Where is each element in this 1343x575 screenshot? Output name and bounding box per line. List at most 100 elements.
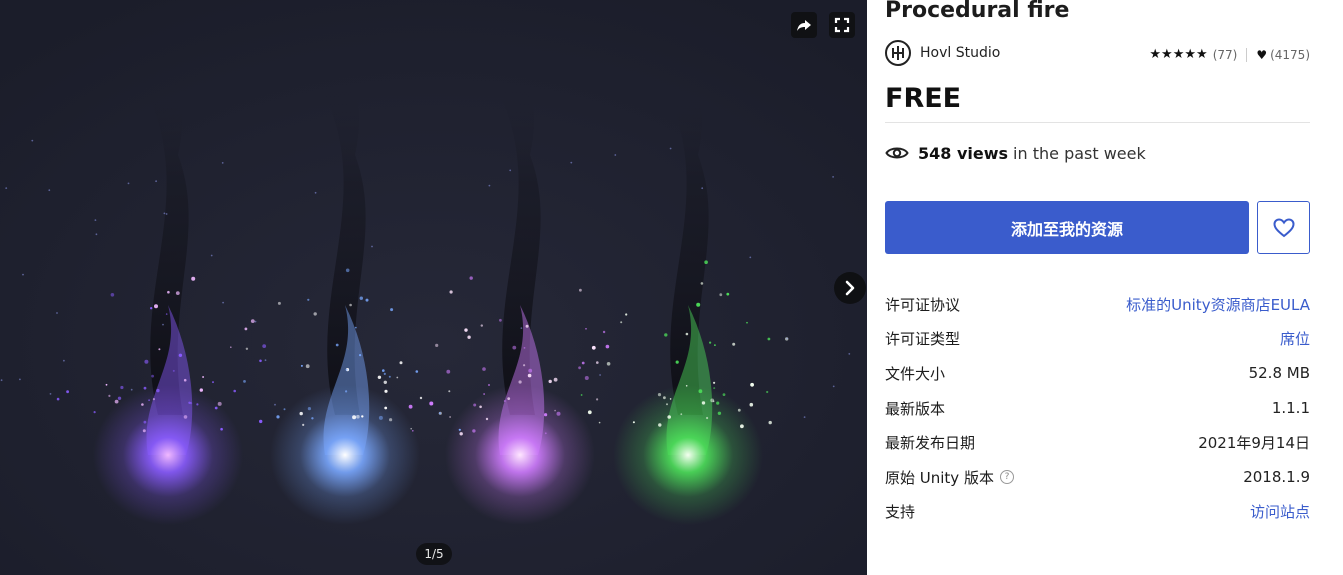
ambient-spark [163,212,166,215]
spark [154,304,158,309]
ambient-spark [264,359,267,362]
spark [685,385,688,387]
help-icon[interactable]: ? [999,470,1014,485]
spark [701,401,706,405]
ambient-spark [49,393,52,395]
spark [713,387,716,390]
spark [311,417,314,420]
spark [685,332,689,336]
spark [117,396,122,400]
spark [377,375,382,379]
detail-row-unity-version: 原始 Unity 版本 ? 2018.1.9 [885,460,1310,495]
spark [156,388,160,393]
spark [178,353,183,357]
ambient-spark [162,323,164,326]
divider [885,122,1310,123]
spark [167,290,170,294]
fullscreen-button[interactable] [829,12,855,38]
spark [165,313,168,315]
favorite-button[interactable] [1257,201,1310,254]
spark [606,362,611,366]
detail-label: 原始 Unity 版本 [885,468,994,487]
spark [664,333,668,337]
spark [737,408,741,412]
spark [365,298,369,302]
spark [120,385,124,390]
spark [749,402,754,407]
spark [384,406,388,410]
spark [152,398,155,401]
spark [93,411,96,414]
spark [220,427,223,431]
spark [217,401,222,406]
spark [175,291,180,295]
detail-value-link[interactable]: 席位 [1280,328,1310,349]
spark [584,376,589,380]
spark [548,379,552,384]
spark [446,369,451,374]
spark [189,402,193,405]
spark [704,260,708,265]
next-image-button[interactable] [834,272,866,304]
spark [191,276,196,281]
detail-row-license-agreement: 许可证协议 标准的Unity资源商店EULA [885,287,1310,322]
spark [158,348,161,351]
views-suffix: in the past week [1013,143,1146,163]
spark [383,380,387,384]
image-gallery[interactable]: 1/5 [0,0,867,575]
spark [299,411,303,416]
spark [250,319,255,323]
detail-value-link[interactable]: 访问站点 [1250,501,1310,522]
spark [313,312,317,316]
spark [390,308,394,312]
spark [580,394,583,396]
spark [544,432,547,435]
detail-row-file-size: 文件大小 52.8 MB [885,356,1310,391]
image-counter: 1/5 [416,543,452,565]
spark [243,380,246,383]
spark [143,386,147,390]
spark [523,364,526,367]
spark [56,397,60,401]
spark [467,335,471,339]
ambient-spark [803,416,806,418]
eye-icon [885,147,909,159]
spark [512,345,517,350]
spark [259,419,263,424]
rating-summary[interactable]: ★★★★★ (77) ♥ (4175) [1149,47,1310,62]
spark [483,393,485,395]
publisher-name[interactable]: Hovl Studio [920,45,1000,61]
spark [591,345,596,350]
ambient-spark [488,184,491,187]
detail-value: 2021年9月14日 [1198,434,1310,453]
spark [556,411,561,416]
spark [199,388,203,392]
ambient-spark [832,176,834,178]
spark [245,347,249,350]
spark [345,268,350,273]
publisher-logo[interactable] [885,40,911,66]
spark [680,413,683,416]
spark [262,344,267,348]
spark [488,384,490,386]
detail-value-link[interactable]: 标准的Unity资源商店EULA [1126,294,1310,315]
detail-label: 最新发布日期 [885,434,976,453]
spark [732,342,736,346]
spark [277,301,281,305]
share-button[interactable] [791,12,817,38]
publisher-logo-icon [892,46,904,60]
spark [719,293,723,297]
spark [144,359,149,364]
spark [620,321,623,324]
spark [472,429,476,433]
spark [700,282,704,285]
publisher-row: Hovl Studio ★★★★★ (77) ♥ (4175) [885,40,1310,68]
spark [663,396,666,400]
spark [172,369,175,372]
spark [202,376,205,378]
product-title: Procedural fire [885,0,1070,23]
spark [449,290,453,294]
spark [469,276,473,280]
rating-count: (77) [1212,47,1238,62]
add-to-assets-button[interactable]: 添加至我的资源 [885,201,1249,254]
